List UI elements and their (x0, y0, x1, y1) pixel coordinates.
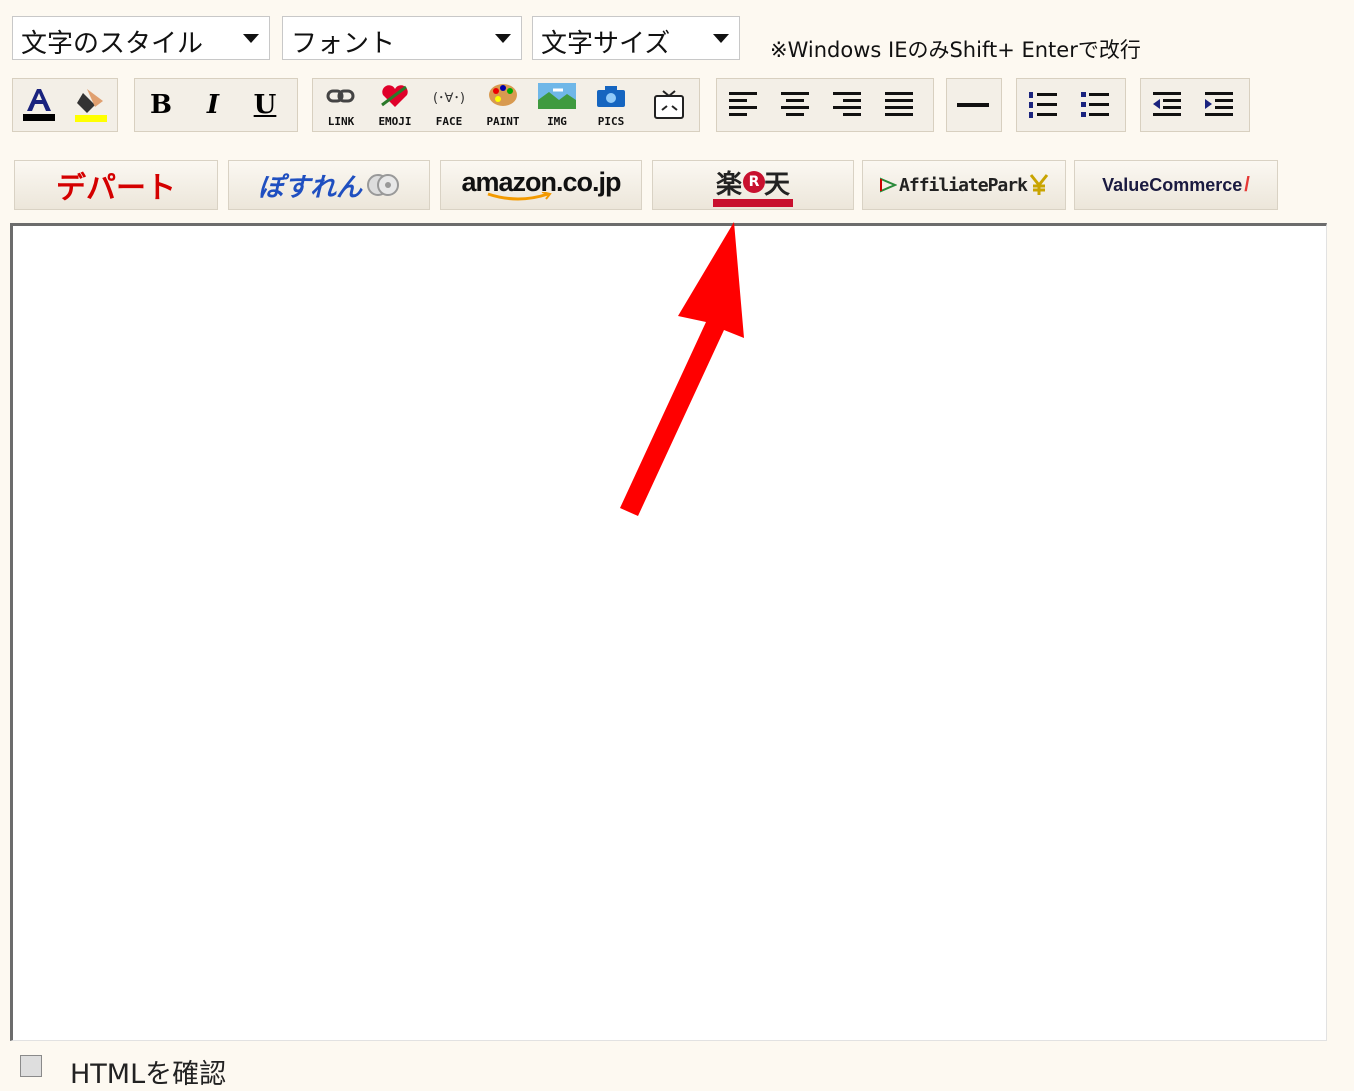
depart-button[interactable]: デパート (14, 160, 218, 210)
list-tools (1016, 78, 1126, 132)
red-arrow-annotation (620, 222, 744, 516)
align-left-button[interactable] (717, 79, 769, 131)
ordered-list-button[interactable] (1017, 79, 1069, 131)
amazon-button[interactable]: amazon.co.jp (440, 160, 642, 210)
bold-icon: B (150, 90, 172, 120)
tv-icon (654, 90, 684, 119)
img-label: IMG (547, 115, 567, 128)
horizontal-rule-icon (957, 103, 989, 107)
yen-icon (1029, 174, 1049, 195)
depart-label: デパート (56, 171, 176, 206)
bullet-list-icon (1081, 92, 1109, 117)
landscape-image-icon (538, 83, 576, 109)
video-button[interactable] (643, 79, 695, 131)
rakuten-button[interactable]: 楽天 R (652, 160, 854, 210)
paint-button[interactable]: PAINT (477, 79, 529, 131)
rule-tools (946, 78, 1002, 132)
posren-button[interactable]: ぽすれん (228, 160, 430, 210)
numbered-list-icon (1029, 92, 1057, 118)
italic-icon: I (206, 90, 220, 120)
image-button[interactable]: IMG (531, 79, 583, 131)
emoji-button[interactable]: EMOJI (369, 79, 421, 131)
font-size-select[interactable]: 文字サイズ (532, 16, 740, 60)
insert-tools: LINK EMOJI (･∀･) FACE PAINT IMG PICS (312, 78, 700, 132)
paint-label: PAINT (486, 115, 520, 128)
palette-icon (489, 84, 517, 106)
indent-button[interactable] (1193, 79, 1245, 131)
italic-button[interactable]: I (187, 79, 239, 131)
alignment-tools (716, 78, 934, 132)
link-button[interactable]: LINK (315, 79, 367, 131)
camera-icon (597, 86, 625, 107)
align-left-icon (729, 92, 757, 116)
font-color-icon (23, 89, 55, 121)
paint-bucket-icon (75, 89, 107, 122)
horizontal-rule-button[interactable] (947, 79, 999, 131)
justify-icon (885, 92, 913, 116)
text-color-button[interactable] (13, 79, 65, 131)
background-color-button[interactable] (65, 79, 117, 131)
font-size-value: 文字サイズ (541, 29, 671, 59)
indent-icon (1205, 92, 1233, 116)
disc-icon (367, 174, 399, 196)
pics-label: PICS (597, 115, 625, 128)
html-confirm-checkbox[interactable] (20, 1055, 42, 1077)
posren-label: ぽすれん (257, 172, 362, 203)
kaomoji-icon: (･∀･) (432, 91, 466, 106)
chevron-down-icon (495, 34, 511, 43)
rakuten-r-icon: R (743, 171, 765, 193)
text-format-tools: B I U (134, 78, 298, 132)
chevron-down-icon (713, 34, 729, 43)
amazon-smile-icon (487, 192, 552, 201)
pics-button[interactable]: PICS (585, 79, 637, 131)
valuecommerce-label: ValueCommerce (1102, 174, 1243, 195)
line-break-note: ※Windows IEのみShift+ Enterで改行 (770, 38, 1141, 62)
align-right-button[interactable] (821, 79, 873, 131)
affiliatepark-button[interactable]: AffiliatePark (862, 160, 1066, 210)
valuecommerce-slash-icon: / (1244, 173, 1250, 196)
html-confirm-label: HTMLを確認 (70, 1059, 227, 1090)
link-icon (326, 89, 355, 103)
bold-button[interactable]: B (135, 79, 187, 131)
valuecommerce-button[interactable]: ValueCommerce / (1074, 160, 1278, 210)
font-select[interactable]: フォント (282, 16, 522, 60)
align-center-icon (781, 92, 809, 116)
outdent-icon (1153, 92, 1181, 116)
face-button[interactable]: (･∀･) FACE (423, 79, 475, 131)
underline-button[interactable]: U (239, 79, 291, 131)
color-tools (12, 78, 118, 132)
indent-tools (1140, 78, 1250, 132)
affiliatepark-label: AffiliatePark (899, 174, 1028, 196)
align-right-icon (833, 92, 861, 116)
link-label: LINK (327, 115, 355, 128)
outdent-button[interactable] (1141, 79, 1193, 131)
underline-icon: U (253, 90, 277, 120)
chevron-down-icon (243, 34, 259, 43)
bullet-list-button[interactable] (1069, 79, 1121, 131)
font-value: フォント (291, 29, 396, 59)
emoji-label: EMOJI (378, 115, 412, 128)
align-center-button[interactable] (769, 79, 821, 131)
face-label: FACE (435, 115, 463, 128)
justify-button[interactable] (873, 79, 925, 131)
play-flag-icon (880, 177, 898, 193)
text-style-select[interactable]: 文字のスタイル (12, 16, 270, 60)
text-style-value: 文字のスタイル (21, 29, 204, 59)
heart-icon (381, 85, 408, 107)
